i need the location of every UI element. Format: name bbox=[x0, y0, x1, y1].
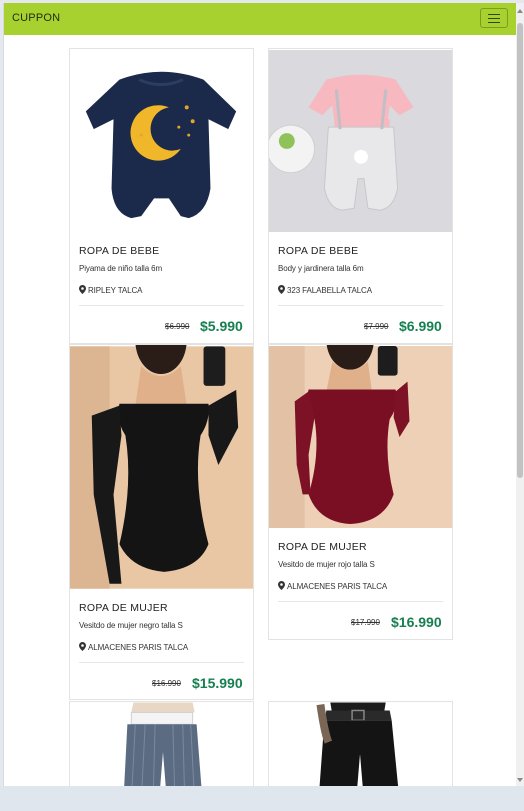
product-image-black-dress[interactable] bbox=[70, 345, 253, 590]
map-marker-icon bbox=[79, 642, 86, 651]
scrollbar-thumb[interactable] bbox=[517, 23, 523, 478]
product-card[interactable]: ROPA DE BEBE Body y jardinera talla 6m 3… bbox=[268, 48, 453, 344]
product-store: RIPLEY TALCA bbox=[79, 285, 142, 295]
brand-logo[interactable]: CUPPON bbox=[12, 12, 60, 24]
product-category: ROPA DE MUJER bbox=[278, 541, 367, 553]
product-image-baby-pajama[interactable] bbox=[70, 49, 253, 233]
product-card[interactable]: ROPA DE BEBE Piyama de niño talla 6m RIP… bbox=[69, 48, 254, 344]
product-image-pinstripe-pants[interactable] bbox=[70, 702, 253, 786]
browser-viewport: CUPPON ROPA DE BEBE Piyama de niño talla… bbox=[3, 3, 517, 786]
store-name: 323 FALABELLA TALCA bbox=[287, 286, 372, 295]
divider bbox=[79, 662, 244, 663]
divider bbox=[278, 601, 443, 602]
store-name: ALMACENES PARIS TALCA bbox=[287, 582, 388, 591]
product-description: Piyama de niño talla 6m bbox=[79, 264, 163, 273]
store-name: ALMACENES PARIS TALCA bbox=[88, 643, 189, 652]
product-category: ROPA DE BEBE bbox=[79, 245, 160, 257]
product-category: ROPA DE MUJER bbox=[79, 602, 168, 614]
divider bbox=[278, 305, 443, 306]
map-marker-icon bbox=[278, 581, 285, 590]
product-image-black-pants[interactable] bbox=[269, 702, 452, 786]
current-price: $16.990 bbox=[391, 614, 442, 630]
product-card[interactable]: ROPA DE MUJER Vesitdo de mujer negro tal… bbox=[69, 344, 254, 700]
map-marker-icon bbox=[278, 285, 285, 294]
old-price: $6.990 bbox=[165, 322, 190, 331]
product-card[interactable] bbox=[69, 701, 254, 786]
product-card[interactable] bbox=[268, 701, 453, 786]
store-name: RIPLEY TALCA bbox=[88, 286, 143, 295]
current-price: $15.990 bbox=[192, 675, 243, 691]
product-card[interactable]: ROPA DE MUJER Vesitdo de mujer rojo tall… bbox=[268, 344, 453, 640]
hamburger-icon-line bbox=[488, 18, 500, 19]
current-price: $6.990 bbox=[399, 318, 442, 334]
scroll-up-icon[interactable] bbox=[517, 9, 523, 13]
product-description: Vesitdo de mujer negro talla S bbox=[79, 621, 183, 630]
divider bbox=[79, 305, 244, 306]
page-scrollbar[interactable] bbox=[516, 3, 524, 786]
product-image-red-dress[interactable] bbox=[269, 345, 452, 529]
navbar: CUPPON bbox=[4, 3, 517, 35]
navbar-toggle-button[interactable] bbox=[480, 8, 508, 28]
hamburger-icon-line bbox=[488, 22, 500, 23]
old-price: $7.990 bbox=[364, 322, 389, 331]
old-price: $17.990 bbox=[351, 618, 380, 627]
scroll-down-icon[interactable] bbox=[517, 778, 523, 782]
current-price: $5.990 bbox=[200, 318, 243, 334]
product-description: Vesitdo de mujer rojo talla S bbox=[278, 560, 375, 569]
old-price: $16.990 bbox=[152, 679, 181, 688]
product-store: ALMACENES PARIS TALCA bbox=[278, 581, 387, 591]
product-description: Body y jardinera talla 6m bbox=[278, 264, 364, 273]
hamburger-icon bbox=[488, 14, 500, 15]
product-image-baby-overalls[interactable] bbox=[269, 49, 452, 233]
product-category: ROPA DE BEBE bbox=[278, 245, 359, 257]
product-store: ALMACENES PARIS TALCA bbox=[79, 642, 188, 652]
product-store: 323 FALABELLA TALCA bbox=[278, 285, 372, 295]
bottom-strip bbox=[0, 786, 524, 811]
map-marker-icon bbox=[79, 285, 86, 294]
